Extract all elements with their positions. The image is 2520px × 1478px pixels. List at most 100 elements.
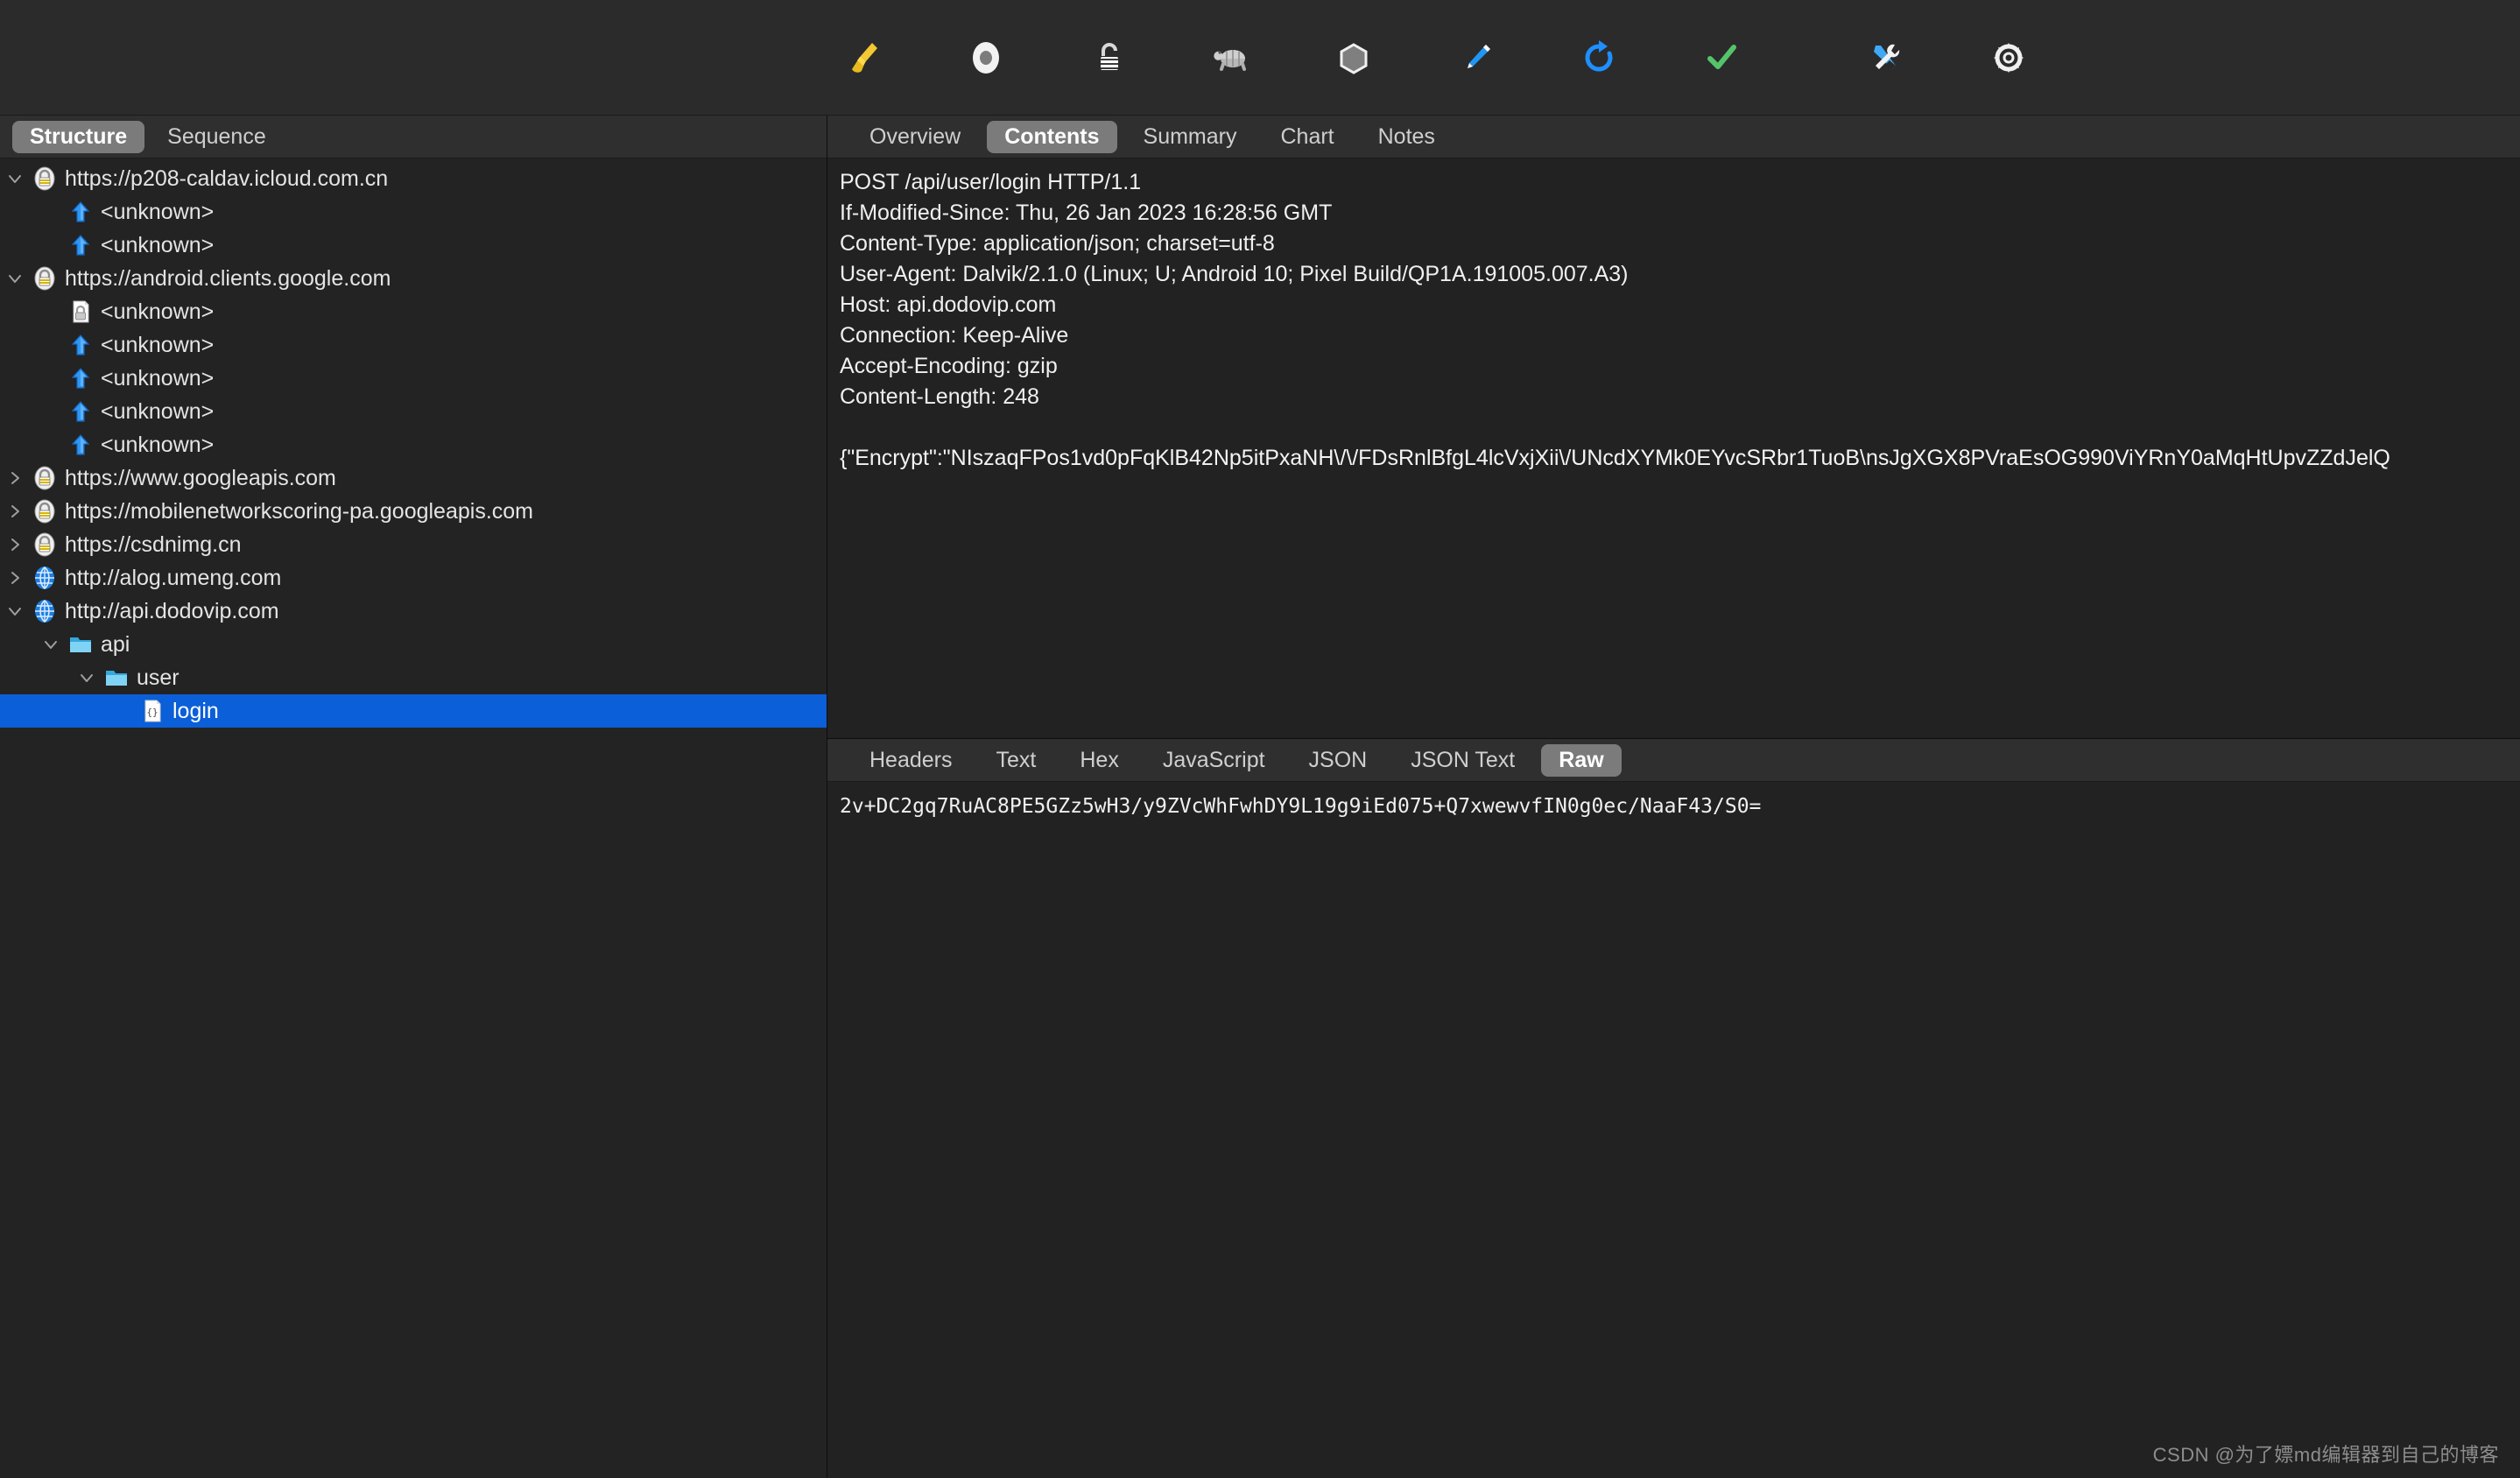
globe-icon	[35, 600, 54, 623]
gear-icon	[1994, 43, 2024, 73]
tab-headers[interactable]: Headers	[852, 744, 970, 777]
tree-node-label: <unknown>	[101, 365, 215, 391]
tab-javascript[interactable]: JavaScript	[1145, 744, 1283, 777]
chevron-down-icon[interactable]	[36, 636, 66, 653]
repeat-button[interactable]	[1559, 18, 1639, 98]
lock-ssl-icon	[34, 166, 55, 191]
tree-node[interactable]: https://www.googleapis.com	[0, 461, 827, 495]
chevron-right-icon[interactable]	[0, 503, 30, 520]
request-header-line: Content-Type: application/json; charset=…	[840, 231, 1275, 256]
lock-ssl-icon	[34, 466, 55, 490]
chevron-down-icon[interactable]	[72, 669, 102, 686]
json-document-icon: {}	[137, 699, 167, 723]
request-header-line: Accept-Encoding: gzip	[840, 354, 1058, 378]
svg-text:{}: {}	[146, 707, 158, 718]
main-toolbar	[0, 0, 2520, 116]
tab-overview[interactable]: Overview	[852, 121, 978, 153]
upload-arrow-icon	[66, 333, 95, 357]
request-content-view[interactable]: POST /api/user/login HTTP/1.1 If-Modified…	[827, 158, 2520, 738]
tools-button[interactable]	[1846, 18, 1926, 98]
tree-node-label: <unknown>	[101, 199, 215, 224]
tree-node[interactable]: <unknown>	[0, 295, 827, 328]
tab-structure[interactable]: Structure	[12, 120, 145, 153]
tree-node[interactable]: user	[0, 661, 827, 694]
tree-node[interactable]: <unknown>	[0, 195, 827, 229]
tab-sequence[interactable]: Sequence	[150, 121, 284, 153]
chevron-down-icon[interactable]	[0, 270, 30, 287]
tab-json-text[interactable]: JSON Text	[1393, 744, 1532, 777]
tree-node-label: <unknown>	[101, 232, 215, 257]
charles-proxy-window: Structure Sequence https://p208-caldav.i…	[0, 0, 2520, 1478]
validate-button[interactable]	[1681, 18, 1762, 98]
raw-content-view[interactable]: 2v+DC2gq7RuAC8PE5GZz5wH3/y9ZVcWhFwhDY9L1…	[827, 782, 2520, 1478]
globe-icon	[35, 567, 54, 589]
tree-node-label: https://mobilenetworkscoring-pa.googleap…	[65, 498, 533, 524]
detail-tabbar: Overview Contents Summary Chart Notes	[827, 116, 2520, 158]
tab-raw[interactable]: Raw	[1541, 743, 1622, 777]
throttle-button[interactable]	[1191, 18, 1271, 98]
tree-node[interactable]: https://mobilenetworkscoring-pa.googleap…	[0, 495, 827, 528]
clear-session-button[interactable]	[823, 18, 904, 98]
lock-ssl-icon	[30, 466, 60, 490]
chevron-down-icon[interactable]	[0, 170, 30, 187]
settings-button[interactable]	[1968, 18, 2049, 98]
tree-node[interactable]: http://api.dodovip.com	[0, 595, 827, 628]
chevron-right-icon[interactable]	[0, 569, 30, 587]
tree-node[interactable]: https://csdnimg.cn	[0, 528, 827, 561]
tree-node[interactable]: <unknown>	[0, 428, 827, 461]
tab-hex[interactable]: Hex	[1062, 744, 1136, 777]
tools-icon	[1874, 44, 1900, 69]
tree-node-selected[interactable]: {} login	[0, 694, 827, 728]
request-header-line: Content-Length: 248	[840, 384, 1039, 409]
tree-node[interactable]: <unknown>	[0, 395, 827, 428]
json-document-icon: {}	[144, 700, 161, 722]
folder-icon	[66, 632, 95, 657]
upload-arrow-icon	[71, 334, 90, 355]
main-split: Structure Sequence https://p208-caldav.i…	[0, 116, 2520, 1478]
session-tree-pane: Structure Sequence https://p208-caldav.i…	[0, 116, 827, 1478]
tab-notes[interactable]: Notes	[1361, 121, 1453, 153]
repeat-arrow-icon	[1585, 40, 1613, 72]
tree-node[interactable]: http://alog.umeng.com	[0, 561, 827, 595]
tree-node[interactable]: <unknown>	[0, 328, 827, 362]
tree-node-label: http://alog.umeng.com	[65, 565, 282, 590]
folder-icon	[106, 671, 127, 686]
upload-arrow-icon	[71, 401, 90, 422]
session-tree[interactable]: https://p208-caldav.icloud.com.cn <unknow…	[0, 158, 827, 1478]
locked-document-icon	[73, 300, 89, 323]
ssl-proxying-button[interactable]	[1068, 18, 1149, 98]
tab-chart[interactable]: Chart	[1263, 121, 1351, 153]
tree-node[interactable]: <unknown>	[0, 229, 827, 262]
pen-icon	[1468, 45, 1490, 68]
raw-viewer-section: Headers Text Hex JavaScript JSON JSON Te…	[827, 739, 2520, 1478]
upload-arrow-icon	[66, 366, 95, 391]
record-button[interactable]	[946, 18, 1026, 98]
compose-button[interactable]	[1436, 18, 1517, 98]
tree-node[interactable]: https://android.clients.google.com	[0, 262, 827, 295]
request-header-line: User-Agent: Dalvik/2.1.0 (Linux; U; Andr…	[840, 262, 1629, 286]
chevron-right-icon[interactable]	[0, 536, 30, 553]
tree-node[interactable]: https://p208-caldav.icloud.com.cn	[0, 162, 827, 195]
chevron-right-icon[interactable]	[0, 469, 30, 487]
hexagon-icon	[1340, 43, 1368, 74]
tab-summary[interactable]: Summary	[1126, 121, 1255, 153]
tree-node-label: https://csdnimg.cn	[65, 531, 242, 557]
tree-node-label: http://api.dodovip.com	[65, 598, 279, 623]
lock-ssl-icon	[30, 499, 60, 524]
lock-ssl-icon	[30, 166, 60, 191]
request-header-line: If-Modified-Since: Thu, 26 Jan 2023 16:2…	[840, 201, 1333, 225]
globe-icon	[30, 566, 60, 590]
tree-node-label: https://p208-caldav.icloud.com.cn	[65, 165, 389, 191]
upload-arrow-icon	[71, 235, 90, 256]
lock-ssl-icon	[30, 266, 60, 291]
tree-node-label: login	[172, 698, 219, 723]
chevron-down-icon[interactable]	[0, 602, 30, 620]
tree-node-label: <unknown>	[101, 299, 215, 324]
breakpoints-button[interactable]	[1313, 18, 1394, 98]
tab-json[interactable]: JSON	[1292, 744, 1385, 777]
upload-arrow-icon	[66, 200, 95, 224]
tab-text[interactable]: Text	[979, 744, 1054, 777]
tab-contents[interactable]: Contents	[987, 120, 1117, 153]
tree-node[interactable]: <unknown>	[0, 362, 827, 395]
tree-node[interactable]: api	[0, 628, 827, 661]
